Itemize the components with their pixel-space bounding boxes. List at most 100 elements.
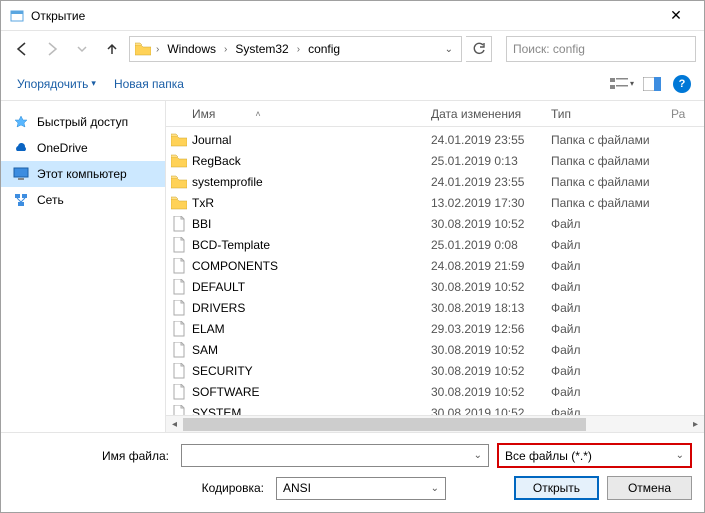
breadcrumb-segment[interactable]: Windows (163, 40, 220, 58)
filename-input[interactable]: ⌄ (181, 444, 489, 467)
file-row[interactable]: SAM30.08.2019 10:52Файл (166, 339, 704, 360)
file-date: 30.08.2019 10:52 (431, 343, 551, 357)
chevron-right-icon[interactable]: › (222, 44, 229, 55)
file-name: RegBack (192, 154, 431, 168)
file-date: 30.08.2019 10:52 (431, 406, 551, 416)
preview-pane-button[interactable] (640, 72, 664, 96)
file-row[interactable]: RegBack25.01.2019 0:13Папка с файлами (166, 150, 704, 171)
sidebar-item-label: Сеть (37, 193, 64, 207)
help-button[interactable]: ? (670, 72, 694, 96)
file-row[interactable]: SYSTEM30.08.2019 10:52Файл (166, 402, 704, 415)
file-list[interactable]: Journal24.01.2019 23:55Папка с файламиRe… (166, 127, 704, 415)
file-type: Файл (551, 322, 671, 336)
filename-label: Имя файла: (13, 449, 173, 463)
address-dropdown[interactable]: ⌄ (441, 44, 457, 55)
col-date-header[interactable]: Дата изменения (431, 107, 551, 121)
file-name: ELAM (192, 322, 431, 336)
chevron-down-icon[interactable]: ⌄ (676, 450, 684, 461)
file-icon (166, 216, 192, 232)
file-row[interactable]: systemprofile24.01.2019 23:55Папка с фай… (166, 171, 704, 192)
breadcrumb-segment[interactable]: config (304, 40, 344, 58)
file-row[interactable]: DEFAULT30.08.2019 10:52Файл (166, 276, 704, 297)
titlebar: Открытие ✕ (1, 1, 704, 31)
encoding-select[interactable]: ANSI ⌄ (276, 477, 446, 500)
recent-locations-button[interactable] (69, 36, 95, 62)
file-icon (166, 300, 192, 316)
col-name-header[interactable]: Имя (192, 107, 215, 121)
scroll-right-icon[interactable]: ▸ (687, 419, 704, 430)
col-size-header[interactable]: Ра (671, 107, 691, 121)
file-name: DEFAULT (192, 280, 431, 294)
file-date: 24.01.2019 23:55 (431, 133, 551, 147)
address-bar[interactable]: › Windows › System32 › config ⌄ (129, 36, 462, 62)
chevron-down-icon[interactable]: ⌄ (474, 450, 482, 461)
file-icon (166, 384, 192, 400)
open-button[interactable]: Открыть (514, 476, 599, 500)
view-options-button[interactable]: ▾ (610, 72, 634, 96)
file-icon (166, 279, 192, 295)
sidebar-item-сеть[interactable]: Сеть (1, 187, 165, 213)
chevron-right-icon[interactable]: › (154, 44, 161, 55)
file-date: 30.08.2019 10:52 (431, 364, 551, 378)
file-name: BBI (192, 217, 431, 231)
horizontal-scrollbar[interactable]: ◂ ▸ (166, 415, 704, 432)
folder-icon (166, 175, 192, 189)
star-icon (13, 114, 29, 130)
sidebar-item-этот-компьютер[interactable]: Этот компьютер (1, 161, 165, 187)
file-row[interactable]: SECURITY30.08.2019 10:52Файл (166, 360, 704, 381)
scroll-thumb[interactable] (183, 418, 586, 431)
file-type-filter[interactable]: Все файлы (*.*) ⌄ (497, 443, 692, 468)
up-button[interactable] (99, 36, 125, 62)
refresh-button[interactable] (466, 36, 492, 62)
column-headers[interactable]: Имя˄ Дата изменения Тип Ра (166, 101, 704, 127)
file-name: COMPONENTS (192, 259, 431, 273)
file-row[interactable]: COMPONENTS24.08.2019 21:59Файл (166, 255, 704, 276)
sidebar-item-onedrive[interactable]: OneDrive (1, 135, 165, 161)
file-type: Файл (551, 406, 671, 416)
file-row[interactable]: TxR13.02.2019 17:30Папка с файлами (166, 192, 704, 213)
file-date: 24.01.2019 23:55 (431, 175, 551, 189)
file-row[interactable]: BCD-Template25.01.2019 0:08Файл (166, 234, 704, 255)
chevron-down-icon[interactable]: ⌄ (431, 483, 439, 494)
file-name: SYSTEM (192, 406, 431, 416)
nav-row: › Windows › System32 › config ⌄ Поиск: c… (1, 31, 704, 67)
scroll-track[interactable] (183, 416, 687, 432)
app-icon (9, 8, 25, 24)
file-type: Папка с файлами (551, 196, 671, 210)
search-input[interactable]: Поиск: config (506, 36, 696, 62)
pc-icon (13, 166, 29, 182)
file-type: Файл (551, 385, 671, 399)
file-type: Файл (551, 301, 671, 315)
organize-button[interactable]: Упорядочить▾ (11, 73, 102, 95)
cancel-button[interactable]: Отмена (607, 476, 692, 500)
window-title: Открытие (31, 9, 656, 23)
file-type: Файл (551, 217, 671, 231)
forward-button[interactable] (39, 36, 65, 62)
new-folder-button[interactable]: Новая папка (108, 73, 190, 95)
open-file-dialog: Открытие ✕ › Windows › System32 › config… (0, 0, 705, 513)
file-row[interactable]: BBI30.08.2019 10:52Файл (166, 213, 704, 234)
folder-icon (134, 40, 152, 58)
scroll-left-icon[interactable]: ◂ (166, 419, 183, 430)
file-name: Journal (192, 133, 431, 147)
toolbar: Упорядочить▾ Новая папка ▾ ? (1, 67, 704, 101)
file-row[interactable]: ELAM29.03.2019 12:56Файл (166, 318, 704, 339)
col-type-header[interactable]: Тип (551, 107, 671, 121)
breadcrumb-segment[interactable]: System32 (231, 40, 292, 58)
file-date: 30.08.2019 10:52 (431, 280, 551, 294)
close-button[interactable]: ✕ (656, 7, 696, 24)
file-icon (166, 321, 192, 337)
file-icon (166, 405, 192, 416)
file-row[interactable]: DRIVERS30.08.2019 18:13Файл (166, 297, 704, 318)
sidebar-item-быстрый-доступ[interactable]: Быстрый доступ (1, 109, 165, 135)
file-icon (166, 342, 192, 358)
file-row[interactable]: SOFTWARE30.08.2019 10:52Файл (166, 381, 704, 402)
folder-icon (166, 133, 192, 147)
chevron-right-icon[interactable]: › (295, 44, 302, 55)
back-button[interactable] (9, 36, 35, 62)
file-name: BCD-Template (192, 238, 431, 252)
search-placeholder: Поиск: config (513, 42, 585, 56)
file-date: 30.08.2019 18:13 (431, 301, 551, 315)
file-row[interactable]: Journal24.01.2019 23:55Папка с файлами (166, 129, 704, 150)
file-type: Папка с файлами (551, 133, 671, 147)
